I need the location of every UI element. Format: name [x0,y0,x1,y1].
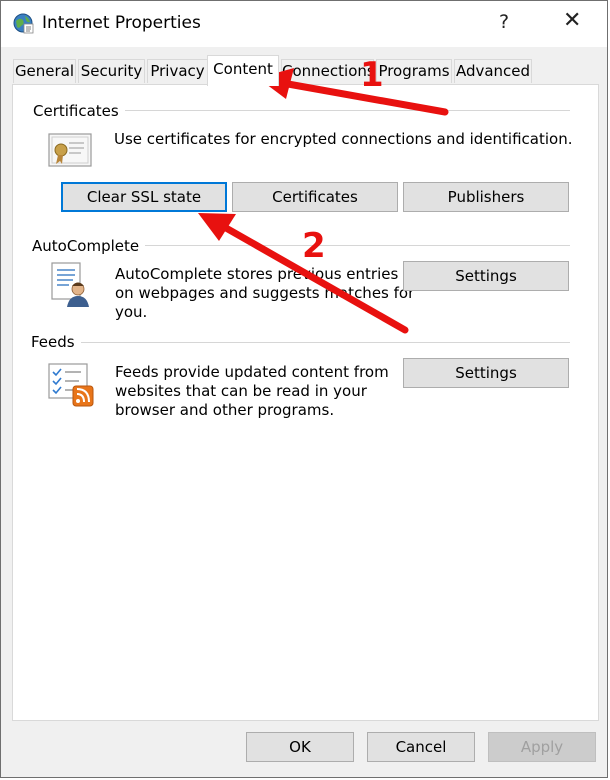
window-title: Internet Properties [42,13,201,33]
autocomplete-description-line: you. [115,303,148,321]
content-tab-panel: Certificates Use certificates for encryp… [12,84,599,721]
autocomplete-heading: AutoComplete [32,237,146,255]
certificates-button[interactable]: Certificates [232,182,398,212]
autocomplete-description-line: AutoComplete stores previous entries [115,265,399,283]
autocomplete-description: AutoComplete stores previous entries on … [115,265,414,322]
internet-properties-dialog: Internet Properties ? ✕ General Security… [0,0,608,778]
feeds-icon [48,363,94,407]
clear-ssl-state-button[interactable]: Clear SSL state [61,182,227,212]
feeds-settings-button[interactable]: Settings [403,358,569,388]
tab-advanced[interactable]: Advanced [454,59,532,83]
ok-button[interactable]: OK [246,732,354,762]
certificates-divider [123,110,570,111]
tab-security[interactable]: Security [78,59,145,83]
internet-globe-icon [13,13,34,34]
cancel-button[interactable]: Cancel [367,732,475,762]
feeds-heading: Feeds [31,333,81,351]
autocomplete-divider [138,245,570,246]
apply-button[interactable]: Apply [488,732,596,762]
tab-programs[interactable]: Programs [376,59,452,83]
feeds-divider [81,342,570,343]
feeds-description-line: websites that can be read in your [115,382,367,400]
tab-strip: General Security Privacy Content Connect… [1,47,607,86]
annotation-step-2: 2 [302,226,326,266]
tab-privacy[interactable]: Privacy [147,59,208,83]
certificates-heading: Certificates [33,102,125,120]
annotation-step-1: 1 [360,55,384,95]
feeds-description-line: Feeds provide updated content from [115,363,389,381]
certificates-description: Use certificates for encrypted connectio… [114,130,573,148]
tab-content[interactable]: Content [207,55,279,86]
tab-general[interactable]: General [13,59,76,83]
close-button[interactable]: ✕ [563,8,581,33]
help-button[interactable]: ? [499,11,509,33]
feeds-description: Feeds provide updated content from websi… [115,363,389,420]
publishers-button[interactable]: Publishers [403,182,569,212]
autocomplete-description-line: on webpages and suggests matches for [115,284,415,302]
title-bar: Internet Properties ? ✕ [1,1,607,47]
certificate-icon [48,133,92,167]
feeds-description-line: browser and other programs. [115,401,335,419]
autocomplete-settings-button[interactable]: Settings [403,261,569,291]
autocomplete-icon [51,262,89,307]
